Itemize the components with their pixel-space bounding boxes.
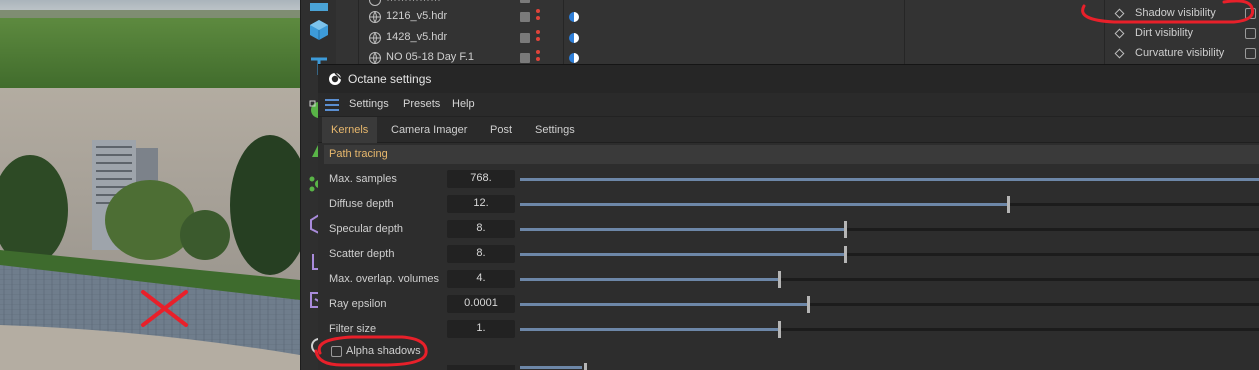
param-label: Max. samples	[329, 173, 397, 185]
object-row[interactable]: 1216_v5.hdr	[336, 7, 906, 27]
environment-icon	[369, 32, 381, 44]
slider-fill	[520, 228, 845, 231]
slider-fill	[520, 253, 845, 256]
slider-fill	[520, 178, 1259, 181]
octane-tag-icon[interactable]	[568, 32, 580, 44]
object-row[interactable]: 1428_v5.hdr	[336, 28, 906, 48]
dirt-visibility-label: Dirt visibility	[1135, 27, 1194, 39]
window-title: Octane settings	[348, 72, 432, 86]
octane-settings-window: Octane settings Settings Presets Help Ke…	[314, 64, 1259, 370]
visibility-dots[interactable]	[536, 50, 542, 64]
section-title: Path tracing	[329, 148, 388, 160]
param-row: Ray epsilon 0.0001	[324, 293, 1259, 315]
layer-square[interactable]	[520, 12, 530, 22]
tab-post[interactable]: Post	[481, 117, 521, 143]
param-value-field[interactable]: 8.	[447, 220, 515, 238]
param-slider[interactable]	[520, 196, 1259, 213]
slider-fill	[520, 303, 808, 306]
section-header-path-tracing[interactable]: Path tracing	[324, 145, 1259, 164]
alpha-shadows-checkbox[interactable]	[331, 346, 342, 357]
slider-handle[interactable]	[778, 321, 781, 338]
param-row: Diffuse depth 12.	[324, 193, 1259, 215]
slider-fill	[520, 278, 779, 281]
octane-tag-icon[interactable]	[568, 11, 580, 23]
keyframe-diamond-icon[interactable]	[1114, 8, 1125, 18]
param-slider[interactable]	[520, 178, 1259, 181]
param-slider[interactable]	[520, 296, 1259, 313]
param-value-field[interactable]: 8.	[447, 245, 515, 263]
cube-icon[interactable]	[305, 16, 333, 44]
menu-bar: Settings Presets Help	[318, 93, 1259, 117]
param-row: Specular depth 8.	[324, 218, 1259, 240]
tab-settings[interactable]: Settings	[526, 117, 584, 143]
param-label: Max. overlap. volumes	[329, 273, 440, 285]
param-slider[interactable]	[520, 221, 1259, 238]
shadow-visibility-label: Shadow visibility	[1135, 7, 1216, 19]
environment-icon	[369, 0, 381, 6]
param-row: Max. overlap. volumes 4.	[324, 268, 1259, 290]
param-row: Scatter depth 8.	[324, 243, 1259, 265]
octane-tag-icon[interactable]	[568, 52, 580, 64]
tab-camera-imager[interactable]: Camera Imager	[382, 117, 476, 143]
layer-square[interactable]	[520, 53, 530, 63]
hamburger-icon[interactable]	[325, 99, 339, 111]
viewport-3d[interactable]	[0, 0, 300, 370]
visibility-dots[interactable]	[536, 30, 542, 46]
param-slider[interactable]	[520, 271, 1259, 288]
object-name: NO 05-18 Day F.1	[386, 51, 475, 63]
param-label: Specular depth	[329, 223, 403, 235]
param-label: Diffuse depth	[329, 198, 394, 210]
environment-icon	[369, 52, 381, 64]
param-value-field[interactable]: 4.	[447, 270, 515, 288]
menu-settings[interactable]: Settings	[349, 98, 389, 110]
keyframe-diamond-icon[interactable]	[1114, 28, 1125, 38]
slider-handle[interactable]	[807, 296, 810, 313]
curvature-visibility-checkbox[interactable]	[1245, 47, 1256, 59]
keyframe-diamond-icon[interactable]	[1114, 48, 1125, 58]
octane-logo-icon	[329, 72, 342, 85]
layer-square[interactable]	[520, 33, 530, 43]
menu-help[interactable]: Help	[452, 98, 475, 110]
param-value-field[interactable]: 0.0001	[447, 295, 515, 313]
param-row: Filter size 1.	[324, 318, 1259, 340]
object-row[interactable]: NO 05-18 Day F.1	[336, 48, 906, 64]
object-name: 1216_v5.hdr	[386, 10, 448, 22]
slider-handle[interactable]	[778, 271, 781, 288]
scene-render	[0, 0, 300, 370]
shadow-visibility-checkbox[interactable]	[1245, 7, 1256, 19]
param-row: Max. samples 768.	[324, 168, 1259, 190]
environment-icon	[369, 11, 381, 23]
slider-fill	[520, 328, 779, 331]
param-value-field[interactable]: 12.	[447, 195, 515, 213]
window-titlebar[interactable]: Octane settings	[318, 65, 1259, 93]
curvature-visibility-label: Curvature visibility	[1135, 47, 1225, 59]
object-manager: …………… 1216_v5.hdr 1428_v5.hdr NO 05-18 D…	[336, 0, 1259, 64]
param-slider[interactable]	[520, 246, 1259, 263]
menu-presets[interactable]: Presets	[403, 98, 440, 110]
visibility-dots[interactable]	[536, 9, 542, 25]
tab-bar: Kernels Camera Imager Post Settings	[318, 117, 1259, 143]
object-name: 1428_v5.hdr	[386, 31, 448, 43]
param-value-field[interactable]: 1.	[447, 320, 515, 338]
param-label: Filter size	[329, 323, 377, 335]
param-value-field[interactable]: 768.	[447, 170, 515, 188]
shadow-visibility-row[interactable]: Shadow visibility	[1114, 3, 1256, 23]
slider-handle[interactable]	[1007, 196, 1010, 213]
slider-fill	[520, 203, 1008, 206]
tab-kernels[interactable]: Kernels	[322, 117, 378, 143]
param-label: Scatter depth	[329, 248, 395, 260]
param-label: Ray epsilon	[329, 298, 387, 310]
param-slider[interactable]	[520, 321, 1259, 338]
slider-handle[interactable]	[844, 246, 847, 263]
partial-param-row	[324, 363, 1259, 370]
curvature-visibility-row[interactable]: Curvature visibility	[1114, 43, 1256, 63]
slider-handle[interactable]	[844, 221, 847, 238]
alpha-shadows-row[interactable]: Alpha shadows	[324, 342, 524, 362]
dirt-visibility-row[interactable]: Dirt visibility	[1114, 23, 1256, 43]
alpha-shadows-label: Alpha shadows	[346, 345, 421, 357]
dirt-visibility-checkbox[interactable]	[1245, 27, 1256, 39]
